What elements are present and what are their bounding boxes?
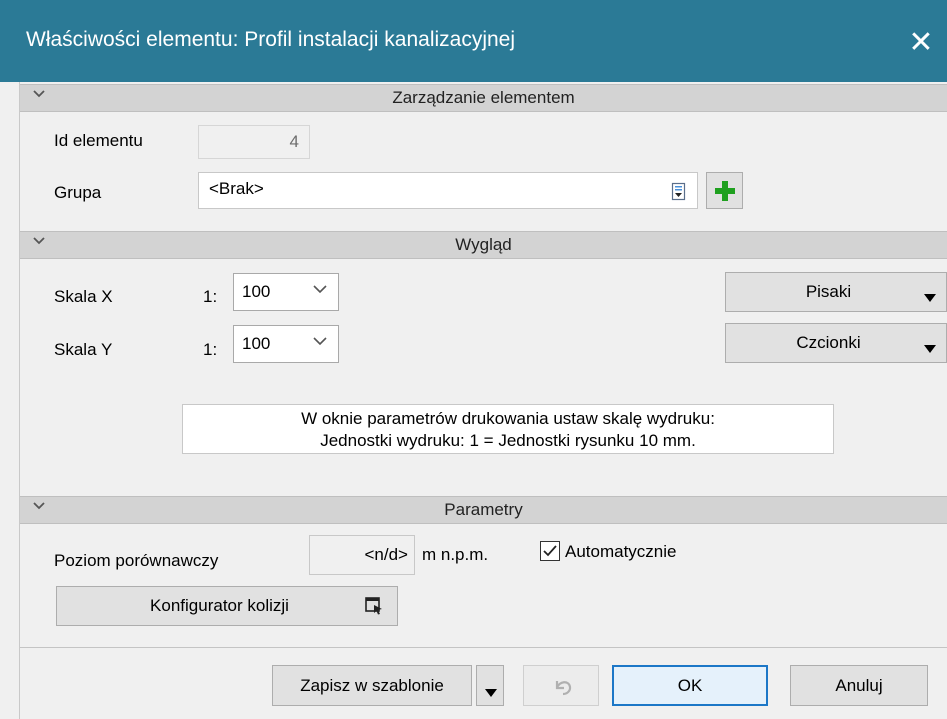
collision-configurator-button[interactable]: Konfigurator kolizji bbox=[56, 586, 398, 626]
dropdown-arrow-icon bbox=[485, 682, 497, 702]
cancel-button[interactable]: Anuluj bbox=[790, 665, 928, 706]
window-title: Właściwości elementu: Profil instalacji … bbox=[26, 28, 516, 51]
save-template-dropdown[interactable] bbox=[476, 665, 504, 706]
dropdown-arrow-icon bbox=[924, 287, 936, 307]
footer-separator bbox=[20, 647, 947, 648]
print-scale-info: W oknie parametrów drukowania ustaw skal… bbox=[182, 404, 834, 454]
checkmark-icon bbox=[543, 545, 557, 557]
cancel-label: Anuluj bbox=[835, 675, 883, 695]
scale-x-label: Skala X bbox=[54, 287, 113, 306]
dropdown-arrow-icon bbox=[924, 338, 936, 358]
section-header-parameters[interactable]: Parametry bbox=[20, 496, 947, 524]
section-title: Parametry bbox=[444, 500, 523, 519]
reference-level-value: <n/d> bbox=[364, 545, 409, 564]
group-label: Grupa bbox=[54, 183, 102, 202]
undo-icon bbox=[552, 677, 574, 702]
restore-button[interactable] bbox=[523, 665, 599, 706]
id-label: Id elementu bbox=[54, 131, 143, 150]
level-unit: m n.p.m. bbox=[422, 545, 489, 564]
auto-checkbox[interactable] bbox=[540, 541, 560, 561]
group-field[interactable]: <Brak> bbox=[198, 172, 698, 209]
open-window-icon bbox=[365, 597, 383, 620]
section-header-appearance[interactable]: Wygląd bbox=[20, 231, 947, 259]
pens-label: Pisaki bbox=[805, 282, 852, 301]
id-value: 4 bbox=[289, 132, 299, 151]
collision-configurator-label: Konfigurator kolizji bbox=[150, 596, 289, 615]
section-title: Wygląd bbox=[455, 235, 512, 254]
section-title: Zarządzanie elementem bbox=[392, 88, 575, 107]
title-bar: Właściwości elementu: Profil instalacji … bbox=[0, 0, 947, 82]
fonts-button[interactable]: Czcionki bbox=[725, 323, 947, 363]
scale-y-label: Skala Y bbox=[54, 340, 113, 359]
scale-x-select[interactable]: 100 bbox=[233, 273, 339, 311]
ok-button[interactable]: OK bbox=[612, 665, 768, 706]
close-icon[interactable]: ✕ bbox=[895, 18, 947, 68]
info-line-1: W oknie parametrów drukowania ustaw skal… bbox=[301, 409, 715, 428]
scale-y-prefix: 1: bbox=[203, 340, 218, 359]
save-template-button[interactable]: Zapisz w szablonie bbox=[272, 665, 472, 706]
auto-label[interactable]: Automatycznie bbox=[565, 542, 677, 562]
scale-x-prefix: 1: bbox=[203, 287, 218, 306]
document-icon[interactable] bbox=[671, 182, 687, 206]
ok-label: OK bbox=[677, 675, 703, 695]
plus-icon bbox=[714, 180, 736, 207]
id-field: 4 bbox=[198, 125, 310, 159]
add-group-button[interactable] bbox=[706, 172, 743, 209]
group-value: <Brak> bbox=[209, 179, 264, 198]
chevron-down-icon bbox=[312, 281, 328, 302]
info-line-2: Jednostki wydruku: 1 = Jednostki rysunku… bbox=[320, 431, 696, 450]
section-header-management[interactable]: Zarządzanie elementem bbox=[20, 84, 947, 112]
chevron-down-icon bbox=[312, 333, 328, 354]
scale-y-value: 100 bbox=[242, 334, 271, 353]
save-template-label: Zapisz w szablonie bbox=[300, 675, 444, 695]
scale-x-value: 100 bbox=[242, 282, 271, 301]
fonts-label: Czcionki bbox=[796, 333, 861, 352]
panel-border bbox=[19, 82, 20, 719]
scale-y-select[interactable]: 100 bbox=[233, 325, 339, 363]
reference-level-label: Poziom porównawczy bbox=[54, 551, 219, 570]
pens-button[interactable]: Pisaki bbox=[725, 272, 947, 312]
reference-level-field[interactable]: <n/d> bbox=[309, 535, 415, 575]
